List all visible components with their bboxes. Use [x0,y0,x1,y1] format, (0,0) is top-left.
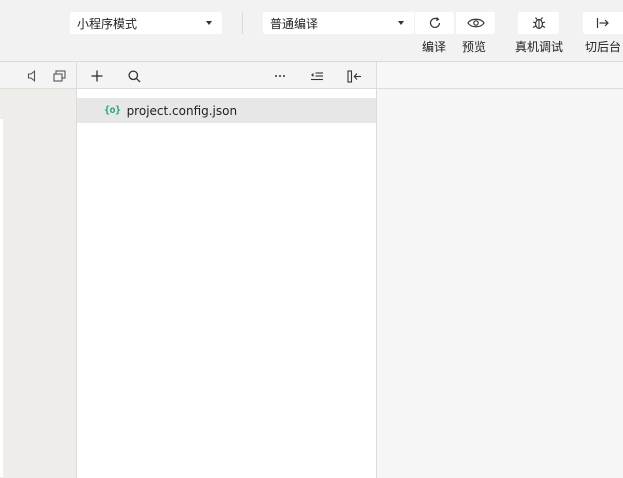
search-icon[interactable] [126,68,142,84]
editor-tab-bar [377,62,623,89]
chevron-down-icon [206,21,212,25]
compile-mode-select-value: 普通编译 [270,16,319,31]
toolbar-divider [242,12,243,34]
remote-debug-button[interactable] [518,12,559,34]
bug-icon [532,17,545,30]
switch-background-label: 切后台 [585,40,622,54]
switch-background-button[interactable] [583,12,623,34]
remote-debug-label: 真机调试 [515,40,564,54]
list-item[interactable]: {o} project.config.json [77,98,376,123]
window-icon[interactable] [52,69,66,83]
editor-area [377,62,623,478]
simulator-edge [0,119,3,477]
more-icon[interactable] [272,68,288,84]
top-toolbar: 小程序模式 普通编译 编译 预览 真机调试 切后台 [0,0,623,62]
preview-label: 预览 [462,40,487,54]
compile-button[interactable] [415,12,454,34]
mode-select-value: 小程序模式 [77,16,138,31]
eye-icon [466,18,485,28]
simulator-panel [0,62,76,478]
refresh-icon [429,17,440,29]
file-name: project.config.json [126,103,238,118]
json-file-icon: {o} [104,105,121,116]
preview-button[interactable] [456,12,495,34]
chevron-down-icon [398,21,404,25]
collapse-icon[interactable] [309,68,325,84]
exit-arrow-icon [596,18,609,28]
mute-icon[interactable] [26,69,40,83]
dock-icon[interactable] [346,68,362,84]
add-icon[interactable] [89,68,105,84]
mode-select[interactable]: 小程序模式 [70,12,222,34]
simulator-panel-header [0,62,76,89]
compile-label: 编译 [422,40,447,54]
file-explorer: {o} project.config.json [76,62,377,478]
explorer-toolbar [77,62,376,89]
compile-mode-select[interactable]: 普通编译 [263,12,414,34]
